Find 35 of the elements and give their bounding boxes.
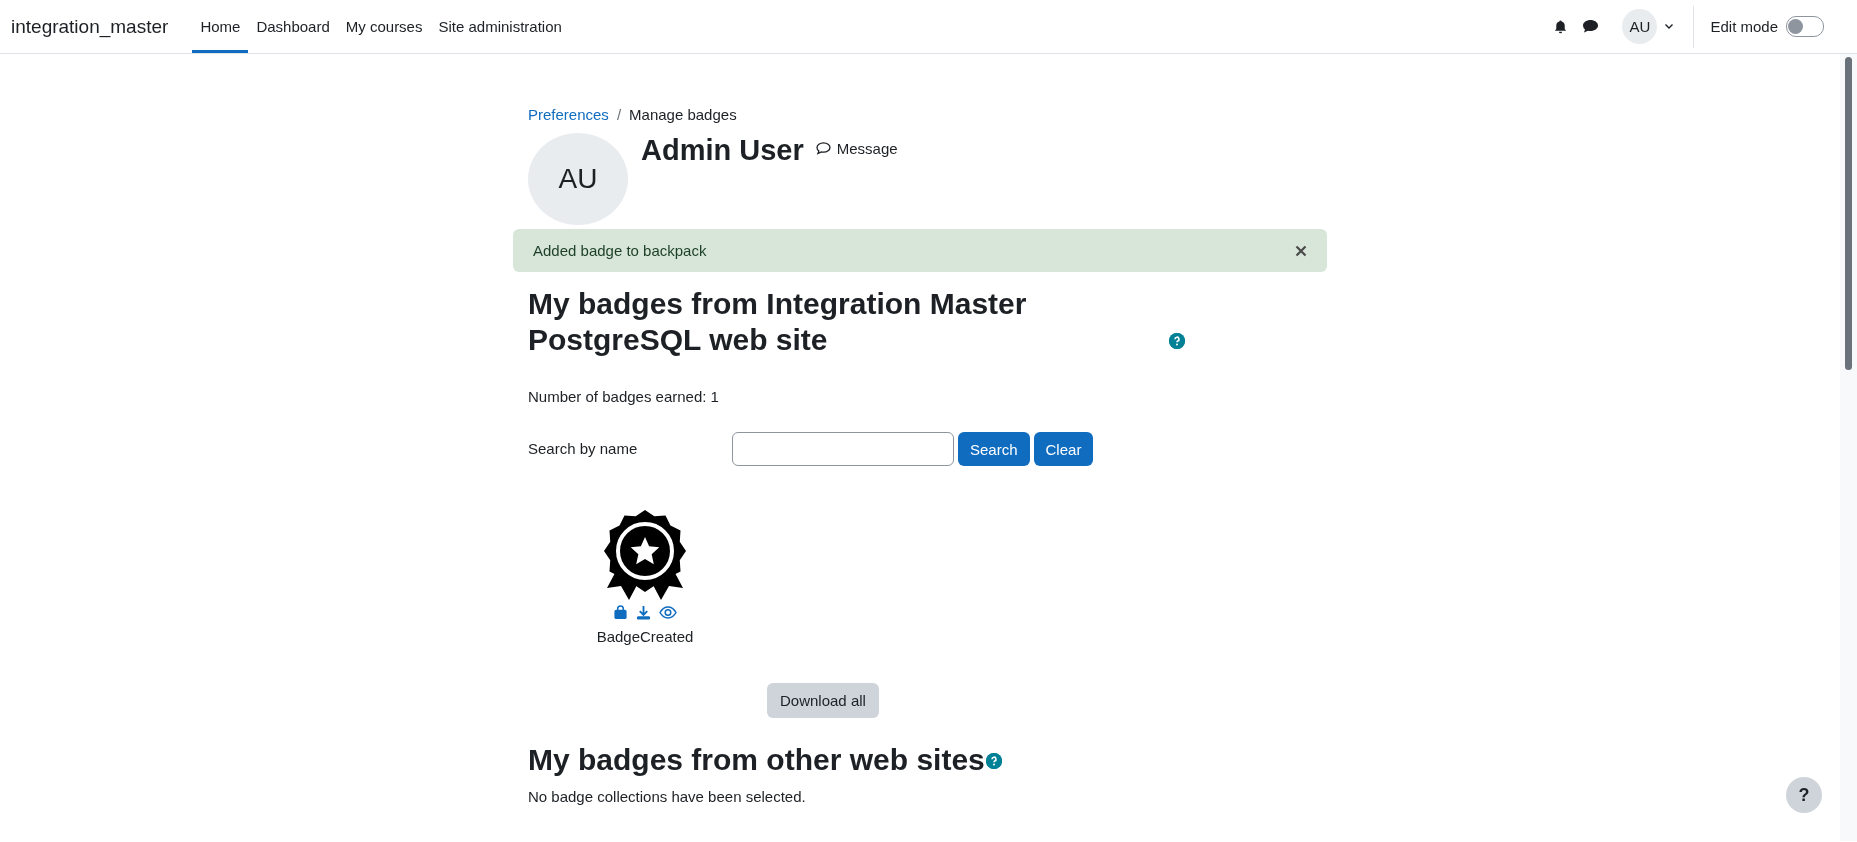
user-name-heading: Admin User <box>641 136 804 168</box>
search-label: Search by name <box>528 439 639 457</box>
current-page-label: Manage badges <box>629 106 737 123</box>
breadcrumb-separator: / <box>616 106 622 123</box>
section-heading: My badges from other web sites <box>528 742 985 778</box>
nav-link[interactable]: Dashboard <box>248 3 338 53</box>
badge-rosette-icon[interactable] <box>601 508 689 602</box>
search-field[interactable] <box>732 432 954 466</box>
search-button[interactable]: Search <box>958 432 1030 466</box>
badge-name[interactable]: BadgeCreated <box>596 628 694 645</box>
scrollbar[interactable] <box>1840 54 1857 841</box>
alert-message: Added badge to backpack <box>533 242 707 259</box>
help-icon[interactable] <box>985 753 1002 769</box>
nav-link[interactable]: Site administration <box>430 3 570 53</box>
speech-bubble-icon <box>815 141 831 155</box>
close-button[interactable] <box>1295 244 1307 257</box>
message-link[interactable]: Message <box>815 138 898 158</box>
nav-link[interactable]: My courses <box>337 3 431 53</box>
profile-avatar: AU <box>528 133 628 225</box>
edit-mode-label: Edit mode <box>1710 18 1778 35</box>
help-button[interactable]: ? <box>1786 777 1822 813</box>
user-avatar[interactable]: AU <box>1622 9 1658 44</box>
download-all-button[interactable]: Download all <box>767 683 879 718</box>
bag-icon[interactable] <box>613 605 628 620</box>
empty-state-text: No badge collections have been selected. <box>528 788 807 805</box>
edit-mode-switch[interactable] <box>1786 16 1824 37</box>
download-icon[interactable] <box>636 605 651 620</box>
site-name[interactable]: integration_master <box>11 0 169 53</box>
eye-icon[interactable] <box>659 605 677 620</box>
nav-link[interactable]: Home <box>192 3 249 53</box>
section-heading: My badges from Integration Master PostgreSQL web site <box>528 286 1028 358</box>
clear-button[interactable]: Clear <box>1033 432 1094 466</box>
badge-count-text: Number of badges earned: 1 <box>528 388 720 405</box>
breadcrumb-link[interactable]: Preferences <box>528 106 609 123</box>
help-icon[interactable] <box>1169 333 1185 349</box>
